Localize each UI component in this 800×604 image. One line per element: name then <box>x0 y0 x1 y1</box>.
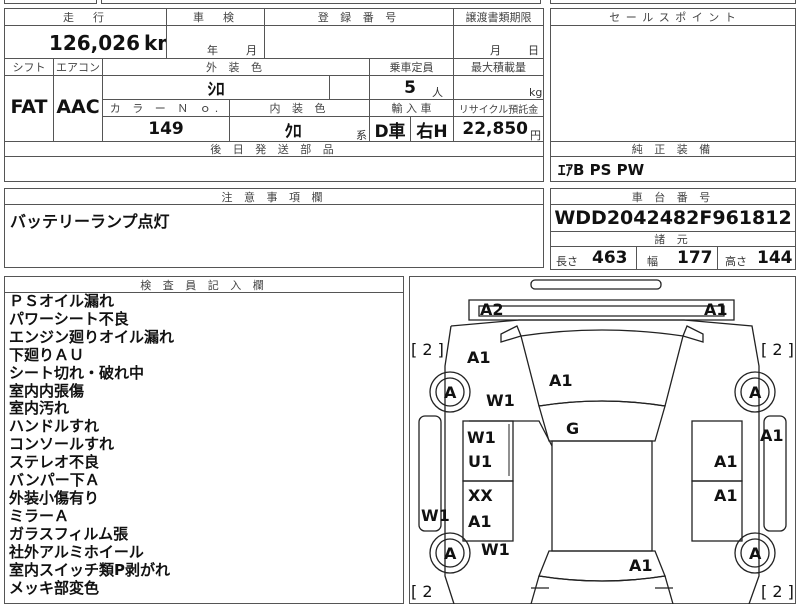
interior-value: ｸﾛ <box>284 121 302 142</box>
remark-item: コンソールすれ <box>9 435 115 454</box>
top-fragment-mid <box>101 0 541 4</box>
genuine-header: 純 正 装 備 <box>550 141 796 157</box>
mark-fender-left-w: W1 <box>486 391 515 410</box>
ac-header: エアコン <box>53 58 103 76</box>
mark-wheel-fr: A <box>749 383 762 402</box>
mark-right-side: A1 <box>760 426 784 445</box>
sales-point-cell <box>550 25 796 142</box>
mark-trunk: A1 <box>629 556 653 575</box>
right-top-fragment <box>550 0 796 4</box>
remark-item: パワーシート不良 <box>9 309 129 328</box>
bracket-top-left: [ 2 ] <box>411 340 444 359</box>
notes-value: バッテリーランプ点灯 <box>10 212 170 231</box>
mark-door-fl-w: W1 <box>467 428 496 447</box>
remark-item: 室内スイッチ類P剥がれ <box>9 560 170 579</box>
recycle-value: 22,850 <box>462 119 528 139</box>
height-value: 144 <box>757 248 793 268</box>
interior-header: 内 装 色 <box>229 99 370 117</box>
shift-header: シフト <box>4 58 54 76</box>
remark-item: ハンドルすれ <box>9 417 100 436</box>
registration-cell <box>264 25 454 59</box>
width-value: 177 <box>677 248 713 268</box>
transfer-month: 月 <box>490 44 501 57</box>
shift-value: FAT <box>10 96 48 118</box>
height-label: 高さ <box>725 255 747 268</box>
chassis-header: 車 台 番 号 <box>550 188 796 205</box>
bracket-top-right: [ 2 ] <box>761 340 794 359</box>
transfer-day: 日 <box>528 44 539 57</box>
length-value: 463 <box>592 248 628 268</box>
inspector-remarks: ＰＳオイル漏れ パワーシート不良 エンジン廻りオイル漏れ 下廻りＡＵ シート切れ… <box>9 292 399 597</box>
mark-roof: G <box>566 419 580 438</box>
remark-item: メッキ部変色 <box>9 578 100 597</box>
remark-item: ミラーＡ <box>9 506 70 525</box>
capacity-unit: 人 <box>432 86 443 99</box>
remark-item: シート切れ・破れ中 <box>9 363 145 382</box>
import-header: 輸 入 車 <box>369 99 454 117</box>
mark-rear-left-w: W1 <box>481 540 510 559</box>
remark-item: エンジン廻りオイル漏れ <box>9 327 175 346</box>
inspection-year: 年 <box>207 44 218 57</box>
recycle-header: リサイクル預託金 <box>453 99 544 117</box>
mark-door-rl-a: A1 <box>468 512 492 531</box>
mileage-value: 126,026 <box>48 31 140 55</box>
mark-door-fl-u: U1 <box>468 452 493 471</box>
mark-door-fr: A1 <box>714 452 738 471</box>
sales-point-header: セ ー ル ス ポ イ ン ト <box>550 8 796 26</box>
inspection-header: 車 検 <box>166 8 265 26</box>
mark-wheel-rl: A <box>444 544 457 563</box>
remark-item: 下廻りＡＵ <box>9 345 85 364</box>
remark-item: ガラスフィルム張 <box>9 524 129 543</box>
mileage-header: 走 行 <box>4 8 167 26</box>
exterior-header: 外 装 色 <box>102 58 370 76</box>
width-label: 幅 <box>647 255 658 268</box>
ac-value: AAC <box>56 96 100 118</box>
remark-item: バンパー下Ａ <box>9 471 100 490</box>
inspection-month: 月 <box>246 44 257 57</box>
mark-front-left: A2 <box>480 300 504 319</box>
later-parts-cell <box>4 156 544 182</box>
remark-item: ＰＳオイル漏れ <box>9 292 115 310</box>
mark-hood: A1 <box>549 371 573 390</box>
remark-item: 室内内張傷 <box>9 381 85 400</box>
mark-wheel-rr: A <box>749 544 762 563</box>
bracket-bottom-left: [ 2 <box>411 582 433 601</box>
dims-divider-2 <box>717 246 718 270</box>
mark-door-rr: A1 <box>714 486 738 505</box>
import-h-value: 右H <box>416 121 448 142</box>
genuine-value: ｴｱB PS PW <box>558 160 645 179</box>
color-no-header: カ ラ ー Ｎ ｏ. <box>102 99 230 117</box>
transfer-header: 譲渡書類期限 <box>453 8 544 26</box>
mark-fender-front-left: A1 <box>467 348 491 367</box>
registration-header: 登 録 番 号 <box>264 8 454 26</box>
mark-quarter-left: W1 <box>421 506 450 525</box>
import-d-value: D車 <box>374 121 406 142</box>
capacity-header: 乗車定員 <box>369 58 454 76</box>
exterior-value: ｼﾛ <box>207 80 225 100</box>
remark-item: ステレオ不良 <box>9 453 100 472</box>
remark-item: 室内汚れ <box>9 399 70 418</box>
mileage-unit: km <box>144 31 179 55</box>
notes-header: 注 意 事 項 欄 <box>4 188 544 205</box>
load-unit: kg <box>529 86 543 99</box>
dims-header: 諸 元 <box>550 231 796 247</box>
remark-item: 外装小傷有り <box>9 488 100 507</box>
chassis-number: WDD2042482F961812 <box>554 207 792 229</box>
mark-door-rl-x: XX <box>468 486 493 505</box>
dims-divider-1 <box>636 246 637 270</box>
top-fragment-left <box>4 0 97 4</box>
length-label: 長さ <box>556 255 578 268</box>
exterior-aux-cell <box>329 75 370 100</box>
later-parts-header: 後 日 発 送 部 品 <box>4 141 544 157</box>
remark-item: 社外アルミホイール <box>9 542 144 561</box>
color-no-value: 149 <box>148 119 184 139</box>
capacity-value: 5 <box>404 77 416 98</box>
load-header: 最大積載量 <box>453 58 544 76</box>
bracket-bottom-right: [ 2 ] <box>761 582 794 601</box>
inspector-header: 検 査 員 記 入 欄 <box>4 276 404 293</box>
mark-front-right: A1 <box>704 300 728 319</box>
mark-wheel-fl: A <box>444 383 457 402</box>
